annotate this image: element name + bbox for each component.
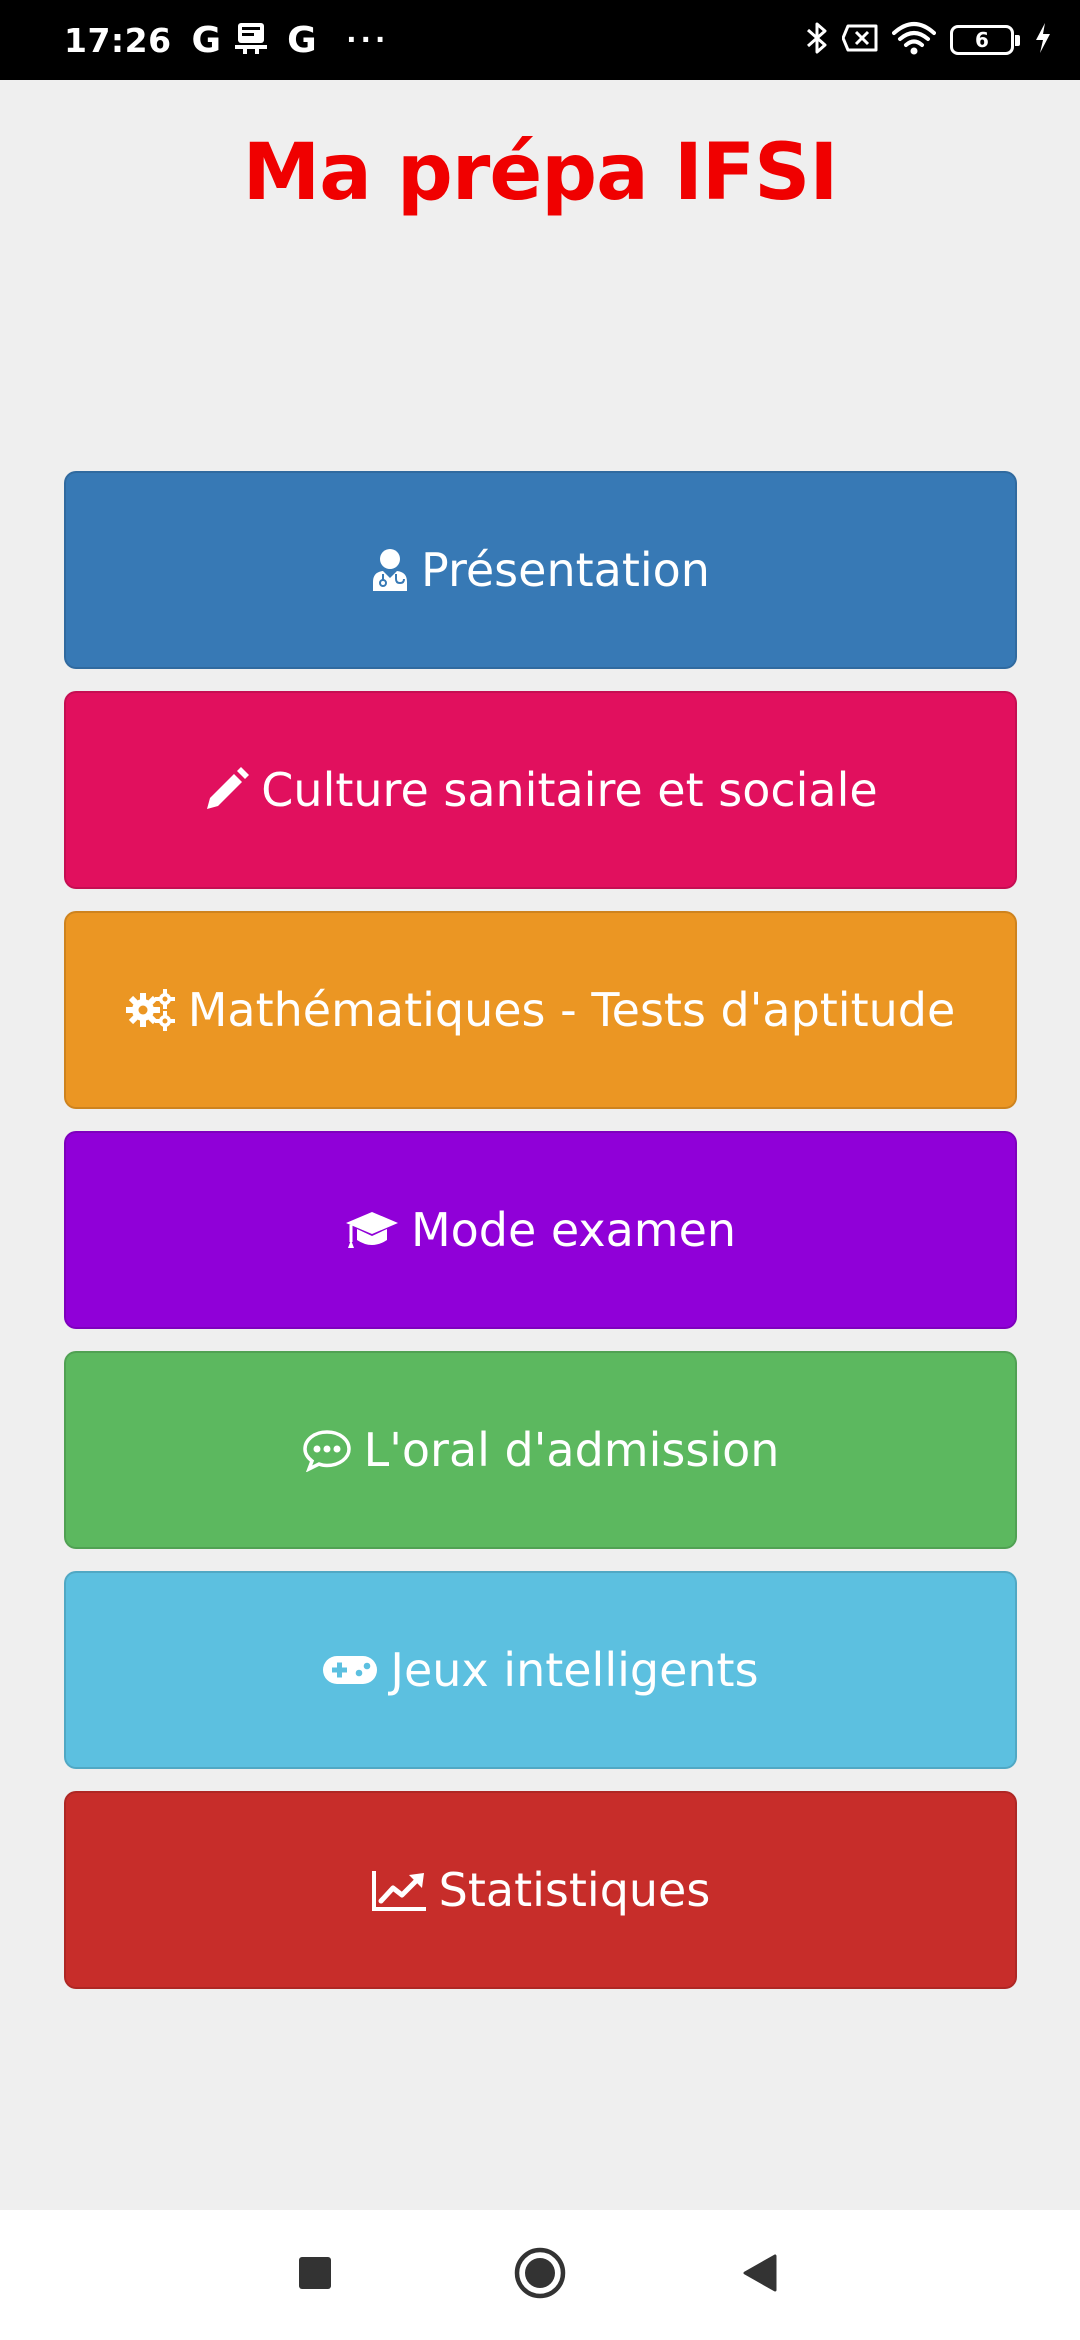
main-menu: Présentation Culture sanitaire et social…: [64, 471, 1017, 2011]
mode-examen-button[interactable]: Mode examen: [64, 1131, 1017, 1329]
status-time: 17:26: [64, 20, 172, 60]
speech-bubble-icon: [302, 1428, 352, 1472]
menu-item-label: Culture sanitaire et sociale: [261, 763, 878, 817]
home-button[interactable]: [485, 2220, 595, 2330]
menu-item-label: Mode examen: [410, 1203, 737, 1257]
status-bar: 17:26 G G ··· 6: [0, 0, 1080, 80]
battery-level: 6: [975, 28, 989, 52]
oral-admission-button[interactable]: L'oral d'admission: [64, 1351, 1017, 1549]
home-icon: [514, 2247, 566, 2304]
google-icon: G: [287, 19, 317, 61]
back-button[interactable]: [705, 2220, 815, 2330]
recent-apps-button[interactable]: [260, 2220, 370, 2330]
status-left: 17:26 G G ···: [64, 20, 390, 61]
notification-icon: [235, 21, 268, 60]
mathematiques-button[interactable]: Mathématiques - Tests d'aptitude: [64, 911, 1017, 1109]
menu-item-label: L'oral d'admission: [363, 1423, 780, 1477]
menu-item-label: Jeux intelligents: [390, 1643, 759, 1697]
doctor-icon: [371, 548, 409, 592]
gears-icon: [125, 988, 176, 1032]
wifi-icon: [892, 21, 936, 60]
menu-item-label: Présentation: [421, 543, 710, 597]
back-icon: [743, 2254, 777, 2297]
sim-off-icon: [841, 23, 878, 58]
navigation-bar: [0, 2210, 1080, 2340]
jeux-intelligents-button[interactable]: Jeux intelligents: [64, 1571, 1017, 1769]
presentation-button[interactable]: Présentation: [64, 471, 1017, 669]
graduation-cap-icon: [345, 1210, 399, 1250]
menu-item-label: Statistiques: [438, 1863, 711, 1917]
menu-item-label: Mathématiques - Tests d'aptitude: [187, 983, 956, 1037]
status-right: 6: [806, 21, 1052, 60]
statistiques-button[interactable]: Statistiques: [64, 1791, 1017, 1989]
recent-apps-icon: [298, 2256, 332, 2295]
google-icon: G: [191, 19, 222, 61]
bluetooth-icon: [806, 21, 828, 60]
gamepad-icon: [322, 1653, 378, 1687]
culture-sanitaire-button[interactable]: Culture sanitaire et sociale: [64, 691, 1017, 889]
more-notifications-icon: ···: [346, 20, 390, 59]
pencil-icon: [203, 767, 250, 813]
battery-icon: 6: [950, 25, 1020, 55]
charging-icon: [1034, 22, 1052, 59]
page-title: Ma prépa IFSI: [242, 128, 839, 218]
line-chart-icon: [371, 1868, 427, 1912]
